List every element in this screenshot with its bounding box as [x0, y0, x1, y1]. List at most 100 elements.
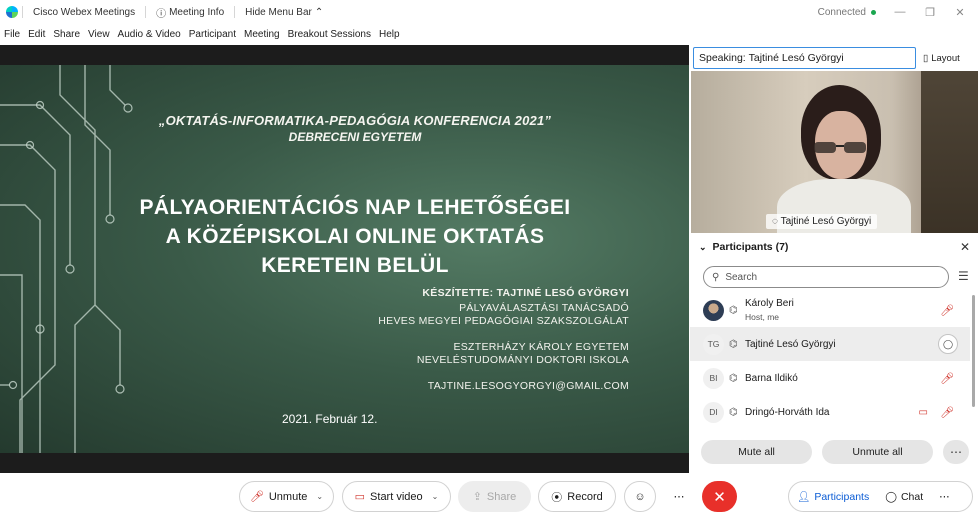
menu-audio-video[interactable]: Audio & Video	[114, 29, 185, 40]
smiley-icon: ☺	[634, 490, 646, 503]
close-participants-icon[interactable]: ✕	[960, 240, 970, 254]
slide-university: DEBRECENI EGYETEM	[288, 130, 422, 144]
mic-muted-icon[interactable]: 🎤︎	[940, 304, 954, 317]
more-panels-button[interactable]: ⋯	[931, 482, 958, 511]
video-name-tag: ◌ Tajtiné Lesó Györgyi	[766, 214, 878, 229]
participant-role: Host, me	[745, 312, 780, 322]
chevron-down-icon[interactable]: ⌄	[432, 492, 439, 501]
end-meeting-button[interactable]: ✕	[702, 481, 737, 512]
slide-org-2: ESZTERHÁZY KÁROLY EGYETEM	[453, 341, 629, 353]
mute-all-button[interactable]: Mute all	[701, 440, 812, 464]
shared-content-stage: „OKTATÁS-INFORMATIKA-PEDAGÓGIA KONFERENC…	[0, 45, 689, 473]
participant-name: Dringó-Horváth Ida	[745, 406, 830, 418]
title-bar: Cisco Webex Meetings ⓘ Meeting Info Hide …	[0, 0, 978, 24]
audio-status-icon: ⌬	[729, 338, 738, 350]
avatar-initials: TG	[707, 339, 720, 349]
more-options-icon[interactable]: ⋯	[943, 440, 969, 464]
more-icon: ⋯	[939, 490, 950, 503]
menu-edit[interactable]: Edit	[24, 29, 49, 40]
participant-name: Tajtiné Lesó Györgyi	[745, 338, 836, 350]
chevron-up-icon: ⌃	[314, 6, 324, 18]
menu-bar: File Edit Share View Audio & Video Parti…	[0, 24, 978, 44]
start-video-button[interactable]: ▭ Start video ⌄	[342, 481, 451, 512]
participant-list-scrollbar[interactable]	[972, 295, 975, 407]
minimize-button[interactable]: —	[894, 6, 906, 18]
mic-muted-icon[interactable]: 🎤︎	[940, 406, 954, 419]
chevron-down-icon[interactable]: ⌄	[316, 492, 323, 501]
app-name: Cisco Webex Meetings	[22, 6, 145, 18]
video-background-shelf	[921, 71, 978, 233]
list-item[interactable]: BI ⌬ Barna Ildikó 🎤︎	[690, 361, 970, 395]
search-placeholder: Search	[725, 271, 758, 283]
record-button[interactable]: ⦿ Record	[538, 481, 616, 512]
audio-status-icon: ⌬	[729, 304, 738, 316]
slide-conference-title: „OKTATÁS-INFORMATIKA-PEDAGÓGIA KONFERENC…	[158, 113, 552, 128]
hide-menu-bar-button[interactable]: Hide Menu Bar ⌃	[234, 6, 333, 18]
avatar: DI	[703, 401, 724, 423]
connected-dot-icon	[871, 9, 876, 15]
layout-button[interactable]: ▯ Layout	[923, 49, 975, 67]
layout-icon: ▯	[923, 52, 929, 64]
participant-list: ⌬ Károly Beri Host, me 🎤︎ TG ⌬ Tajtiné L…	[690, 293, 970, 429]
more-controls-button[interactable]: ⋯	[663, 481, 695, 512]
connection-status-label: Connected	[817, 6, 866, 18]
avatar: TG	[703, 333, 724, 355]
chat-bubble-icon[interactable]: ◯	[938, 334, 958, 354]
menu-meeting[interactable]: Meeting	[240, 29, 284, 40]
unmute-all-button[interactable]: Unmute all	[822, 440, 933, 464]
menu-help[interactable]: Help	[375, 29, 404, 40]
mute-controls: Mute all Unmute all ⋯	[701, 440, 969, 464]
participants-title: Participants (7)	[712, 241, 789, 253]
slide-author: KÉSZÍTETTE: TAJTINÉ LESÓ GYÖRGYI	[422, 287, 629, 299]
meeting-info-label: Meeting Info	[169, 6, 225, 18]
meeting-info-button[interactable]: ⓘ Meeting Info	[145, 6, 234, 20]
menu-breakout-sessions[interactable]: Breakout Sessions	[284, 29, 375, 40]
participants-panel-button[interactable]: 👤︎ Participants	[789, 482, 877, 511]
slide-date: 2021. Február 12.	[282, 412, 378, 426]
share-button[interactable]: ⇪ Share	[458, 481, 531, 512]
list-item[interactable]: ⌬ Károly Beri Host, me 🎤︎	[690, 293, 970, 327]
sort-list-icon[interactable]: ☰	[958, 269, 969, 283]
participants-panel-label: Participants	[814, 490, 870, 503]
avatar-initials: DI	[709, 407, 718, 417]
share-label: Share	[486, 490, 517, 503]
menu-participant[interactable]: Participant	[185, 29, 240, 40]
slide-title-line-1: PÁLYAORIENTÁCIÓS NAP LEHETŐSÉGEI	[139, 196, 571, 219]
video-name-label: Tajtiné Lesó Györgyi	[780, 216, 872, 227]
app-name-label: Cisco Webex Meetings	[33, 6, 136, 18]
mic-muted-icon: 🎤︎	[249, 491, 264, 503]
participant-search-input[interactable]: ⚲ Search	[703, 266, 949, 288]
avatar: BI	[703, 367, 724, 389]
menu-share[interactable]: Share	[49, 29, 84, 40]
participants-header: ⌄ Participants (7) ✕	[690, 236, 978, 258]
close-window-button[interactable]: ✕	[954, 6, 966, 19]
unmute-label: Unmute	[268, 490, 308, 503]
list-item[interactable]: DI ⌬ Dringó-Horváth Ida ▭ 🎤︎	[690, 395, 970, 429]
active-speaker-field[interactable]: Speaking: Tajtiné Lesó Györgyi	[693, 47, 916, 69]
unmute-button[interactable]: 🎤︎ Unmute ⌄	[239, 481, 334, 512]
restore-button[interactable]: ❐	[924, 6, 936, 19]
speaker-video[interactable]: ◌ Tajtiné Lesó Györgyi	[691, 71, 978, 233]
slide-org-3: NEVELÉSTUDOMÁNYI DOKTORI ISKOLA	[416, 354, 629, 366]
menu-file[interactable]: File	[0, 29, 24, 40]
connection-status: Connected	[818, 7, 876, 18]
reactions-button[interactable]: ☺	[624, 481, 656, 512]
chat-panel-label: Chat	[900, 490, 924, 503]
menu-view[interactable]: View	[84, 29, 114, 40]
slide-role: PÁLYAVÁLASZTÁSI TANÁCSADÓ	[459, 302, 629, 314]
webex-logo-icon	[6, 6, 18, 18]
chat-panel-button[interactable]: ◯ Chat	[877, 482, 931, 511]
list-item[interactable]: TG ⌬ Tajtiné Lesó Györgyi ◯	[690, 327, 970, 361]
chat-icon: ◯	[885, 490, 897, 503]
slide-org-1: HEVES MEGYEI PEDAGÓGIAI SZAKSZOLGÁLAT	[378, 315, 629, 327]
participant-name: Károly Beri	[745, 298, 794, 309]
participants-icon: 👤︎	[797, 491, 811, 503]
speaking-name: Tajtiné Lesó Györgyi	[748, 52, 844, 64]
audio-status-icon: ⌬	[729, 406, 738, 418]
collapse-chevron-icon[interactable]: ⌄	[699, 242, 707, 253]
slide-title-line-3: KERETEIN BELÜL	[261, 254, 449, 277]
mic-muted-icon[interactable]: 🎤︎	[940, 372, 954, 385]
more-icon: ⋯	[673, 491, 685, 503]
participant-name: Barna Ildikó	[745, 372, 798, 384]
meeting-controls: 🎤︎ Unmute ⌄ ▭ Start video ⌄ ⇪ Share ⦿ Re…	[0, 474, 978, 520]
